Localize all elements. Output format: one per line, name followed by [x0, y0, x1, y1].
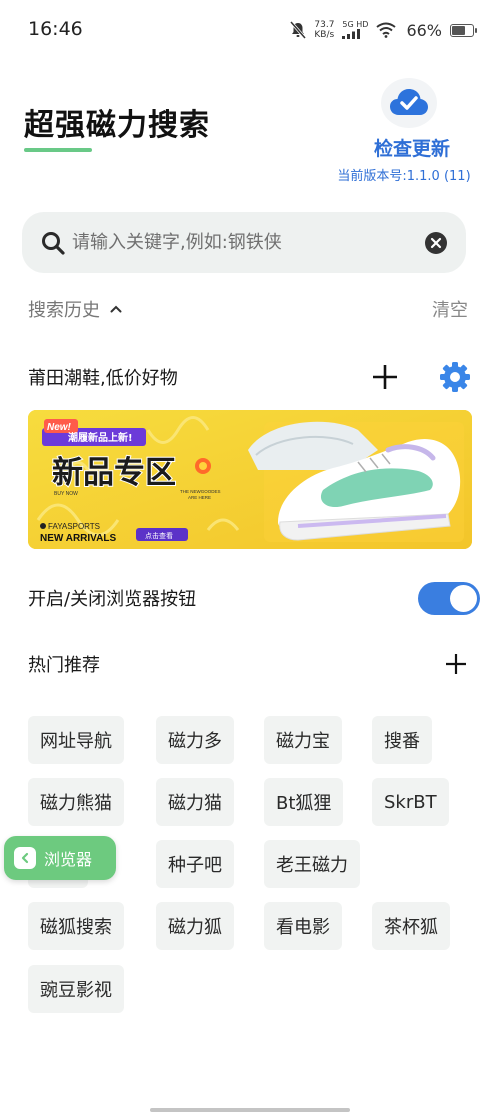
ad-text[interactable]: 莆田潮鞋,低价好物	[28, 364, 370, 390]
wifi-icon	[376, 22, 397, 38]
browser-toggle-label: 开启/关闭浏览器按钮	[28, 589, 197, 610]
banner-new-badge: New!	[47, 422, 72, 433]
ad-banner[interactable]: New! 潮履新品上新! 新品专区 BUY NOW THE NEWGOODES …	[28, 410, 472, 549]
tag-item[interactable]: 磁狐搜索	[28, 902, 124, 950]
net-speed-value: 73.7	[314, 20, 335, 30]
tag-item[interactable]: 老王磁力	[264, 840, 360, 888]
tag-item[interactable]: 磁力狐	[156, 902, 234, 950]
signal-icon	[342, 29, 361, 39]
tag-item[interactable]: 豌豆影视	[28, 965, 124, 1013]
toggle-knob	[450, 584, 477, 612]
search-history-toggle[interactable]: 搜索历史	[28, 296, 122, 322]
title-underline	[24, 148, 92, 152]
banner-arrivals: NEW ARRIVALS	[40, 533, 116, 544]
search-icon	[42, 231, 65, 255]
home-indicator[interactable]	[150, 1108, 350, 1112]
search-bar[interactable]	[22, 212, 466, 273]
search-history-label: 搜索历史	[28, 300, 100, 321]
add-hot-icon[interactable]	[444, 652, 468, 676]
status-bar: 16:46 73.7 KB/s 5G HD 66%	[0, 0, 500, 58]
floating-browser-label: 浏览器	[44, 850, 93, 869]
signal-block: 5G HD	[342, 21, 368, 39]
chevron-left-icon	[14, 847, 36, 869]
battery-fill	[452, 25, 465, 35]
plus-icon[interactable]	[370, 362, 400, 392]
check-update-block[interactable]: 检查更新 当前版本号:1.1.0 (11)	[334, 78, 474, 184]
status-time: 16:46	[28, 18, 83, 40]
banner-buy-now: BUY NOW	[54, 491, 78, 497]
browser-toggle-switch[interactable]	[418, 581, 480, 615]
clear-search-icon[interactable]	[424, 231, 448, 255]
search-input[interactable]	[72, 232, 424, 253]
banner-newgoods-line2: ARE HERE	[188, 495, 211, 500]
banner-cta: 点击查看	[145, 531, 173, 540]
banner-tagline: 潮履新品上新!	[68, 431, 133, 444]
tag-item[interactable]: 种子吧	[156, 840, 234, 888]
page-title: 超强磁力搜索	[24, 108, 210, 143]
tag-item[interactable]: SkrBT	[372, 778, 449, 826]
battery-percent: 66%	[406, 20, 442, 40]
tag-item[interactable]: 磁力多	[156, 716, 234, 764]
tag-item[interactable]: 磁力猫	[156, 778, 234, 826]
tag-item[interactable]: 磁力熊猫	[28, 778, 124, 826]
ad-row: 莆田潮鞋,低价好物	[28, 360, 472, 394]
banner-brand: FAYASPORTS	[48, 522, 100, 531]
cloud-check-icon	[390, 89, 428, 115]
gear-icon[interactable]	[438, 360, 472, 394]
tag-item[interactable]: Bt狐狸	[264, 778, 344, 826]
tag-item[interactable]: 搜番	[372, 716, 432, 764]
check-update-link[interactable]: 检查更新	[374, 134, 450, 161]
floating-browser-button[interactable]: 浏览器	[4, 836, 116, 880]
update-cloud-button[interactable]	[381, 78, 437, 128]
tag-item[interactable]: 看电影	[264, 902, 342, 950]
search-history-row: 搜索历史 清空	[28, 295, 468, 323]
browser-toggle-row: 开启/关闭浏览器按钮	[28, 578, 480, 618]
battery-icon	[450, 23, 477, 37]
clear-history-button[interactable]: 清空	[432, 296, 468, 322]
tag-item[interactable]: 网址导航	[28, 716, 124, 764]
banner-newgoods-line1: THE NEWGOODES	[180, 489, 221, 494]
tag-item[interactable]: 磁力宝	[264, 716, 342, 764]
chevron-up-icon	[110, 305, 122, 313]
banner-headline: 新品专区	[52, 455, 176, 491]
tag-item[interactable]: 茶杯狐	[372, 902, 450, 950]
net-speed: 73.7 KB/s	[314, 20, 334, 40]
hot-recommend-label: 热门推荐	[28, 655, 100, 676]
mute-bell-icon	[290, 21, 307, 39]
hot-recommend-row: 热门推荐	[28, 648, 468, 680]
network-type: 5G HD	[342, 20, 369, 29]
version-text: 当前版本号:1.1.0 (11)	[337, 169, 471, 184]
status-icons: 73.7 KB/s 5G HD 66%	[290, 18, 477, 42]
net-speed-unit: KB/s	[314, 30, 335, 40]
